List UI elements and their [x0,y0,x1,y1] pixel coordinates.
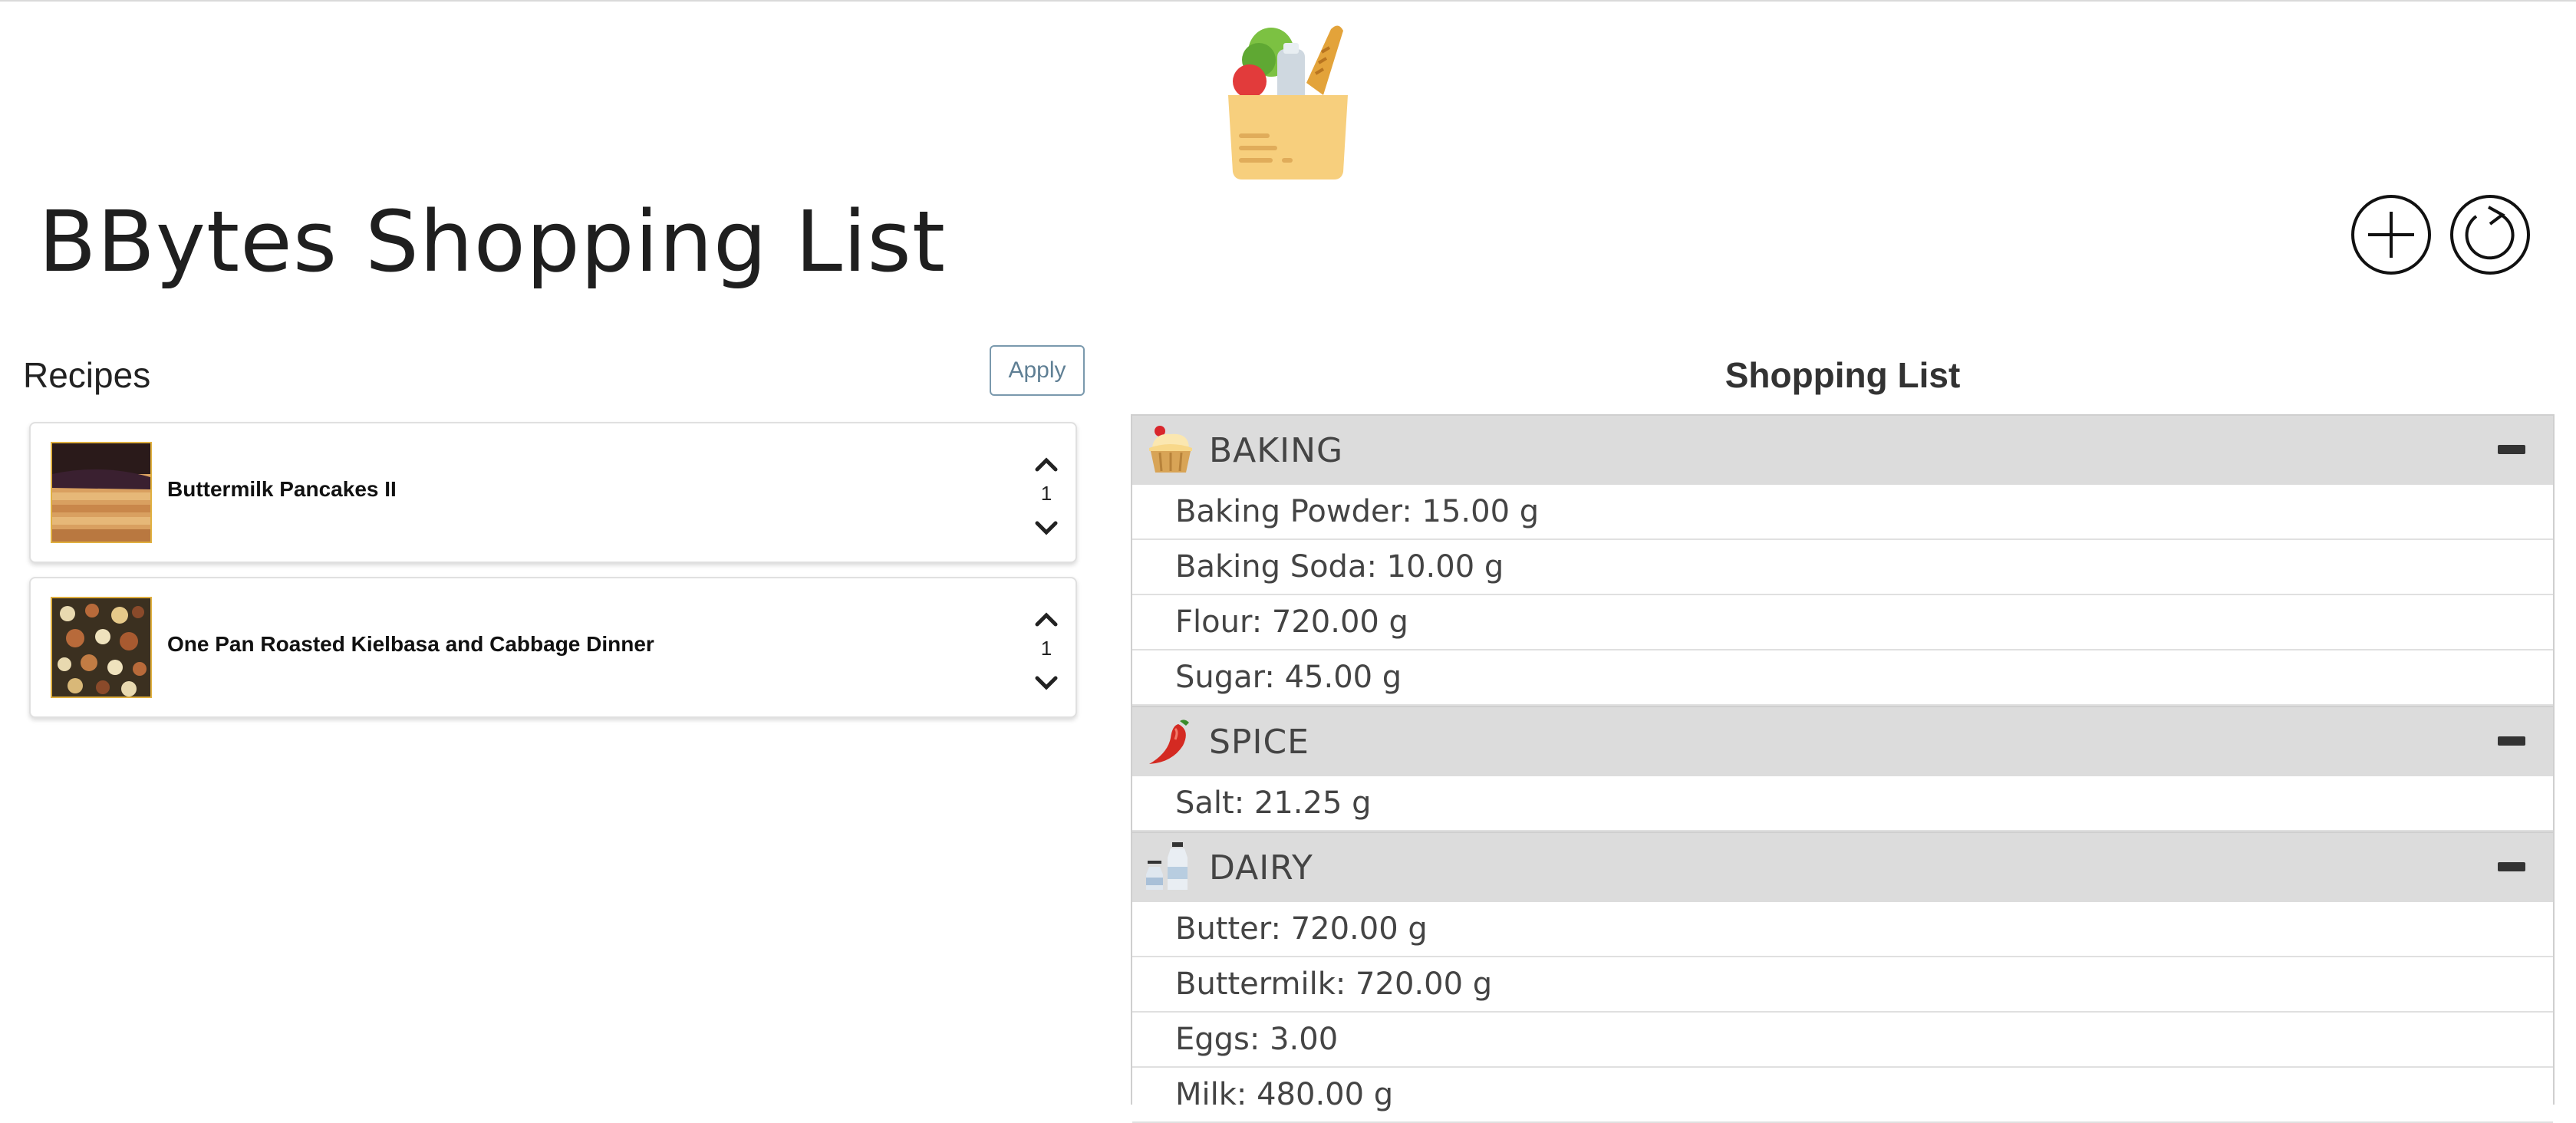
category-header-baking[interactable]: BAKING [1132,414,2553,485]
collapse-category-button[interactable] [2498,862,2525,871]
list-item-text: Baking Soda: 10.00 g [1175,549,1504,585]
list-item-text: Eggs: 3.00 [1175,1022,1339,1057]
category-name: SPICE [1209,723,1309,762]
chevron-up-icon [1035,457,1058,472]
list-item[interactable]: Buttermilk: 720.00 g [1132,957,2553,1013]
category-name: BAKING [1209,431,1344,470]
list-item[interactable]: Salt: 21.25 g [1132,776,2553,832]
list-item[interactable]: Sugar: 45.00 g [1132,650,2553,706]
decrease-quantity-button[interactable] [1031,517,1062,540]
recipe-card[interactable]: One Pan Roasted Kielbasa and Cabbage Din… [29,577,1077,718]
add-button[interactable] [2351,195,2431,275]
chevron-down-icon [1035,676,1058,690]
recipe-thumbnail [51,442,152,543]
list-item[interactable]: Baking Soda: 10.00 g [1132,540,2553,595]
list-item-text: Sugar: 45.00 g [1175,660,1402,695]
apply-button[interactable]: Apply [990,345,1085,396]
collapse-category-button[interactable] [2498,736,2525,746]
category-header-dairy[interactable]: DAIRY [1132,832,2553,902]
milk-bottles-icon [1145,841,1197,893]
list-item-text: Flour: 720.00 g [1175,604,1408,640]
increase-quantity-button[interactable] [1031,453,1062,476]
recipe-quantity: 1 [1040,637,1052,660]
list-item[interactable]: Flour: 720.00 g [1132,595,2553,650]
list-item[interactable]: Milk: 480.00 g [1132,1068,2553,1123]
category-header-spice[interactable]: SPICE [1132,706,2553,776]
circle-plus-icon [2368,212,2414,258]
recipe-name: Buttermilk Pancakes II [167,477,397,501]
recipe-name: One Pan Roasted Kielbasa and Cabbage Din… [167,632,654,656]
recipe-card[interactable]: Buttermilk Pancakes II 1 [29,422,1077,563]
list-item[interactable]: Eggs: 3.00 [1132,1013,2553,1068]
increase-quantity-button[interactable] [1031,608,1062,631]
refresh-button[interactable] [2450,195,2530,275]
chevron-up-icon [1035,612,1058,627]
list-item-text: Salt: 21.25 g [1175,785,1372,821]
recipe-quantity: 1 [1040,482,1052,505]
circle-refresh-icon [2465,206,2515,260]
list-item-text: Buttermilk: 720.00 g [1175,967,1493,1002]
list-item-text: Butter: 720.00 g [1175,911,1428,947]
list-item-text: Milk: 480.00 g [1175,1077,1394,1112]
list-item-text: Baking Powder: 15.00 g [1175,494,1540,529]
chili-pepper-icon [1145,715,1197,767]
list-item[interactable]: Baking Powder: 15.00 g [1132,485,2553,540]
category-name: DAIRY [1209,848,1313,888]
chevron-down-icon [1035,521,1058,535]
shopping-list-panel: BAKING Baking Powder: 15.00 g Baking Sod… [1131,414,2555,1123]
recipe-thumbnail [51,597,152,698]
decrease-quantity-button[interactable] [1031,672,1062,695]
list-item[interactable]: Butter: 720.00 g [1132,902,2553,957]
page-title: BBytes Shopping List [38,193,946,291]
recipes-heading: Recipes [23,355,151,395]
top-divider [0,0,2576,2]
grocery-bag-icon [1224,21,1352,181]
cupcake-icon [1145,423,1197,476]
collapse-category-button[interactable] [2498,445,2525,454]
shopping-list-heading: Shopping List [1724,355,1961,395]
